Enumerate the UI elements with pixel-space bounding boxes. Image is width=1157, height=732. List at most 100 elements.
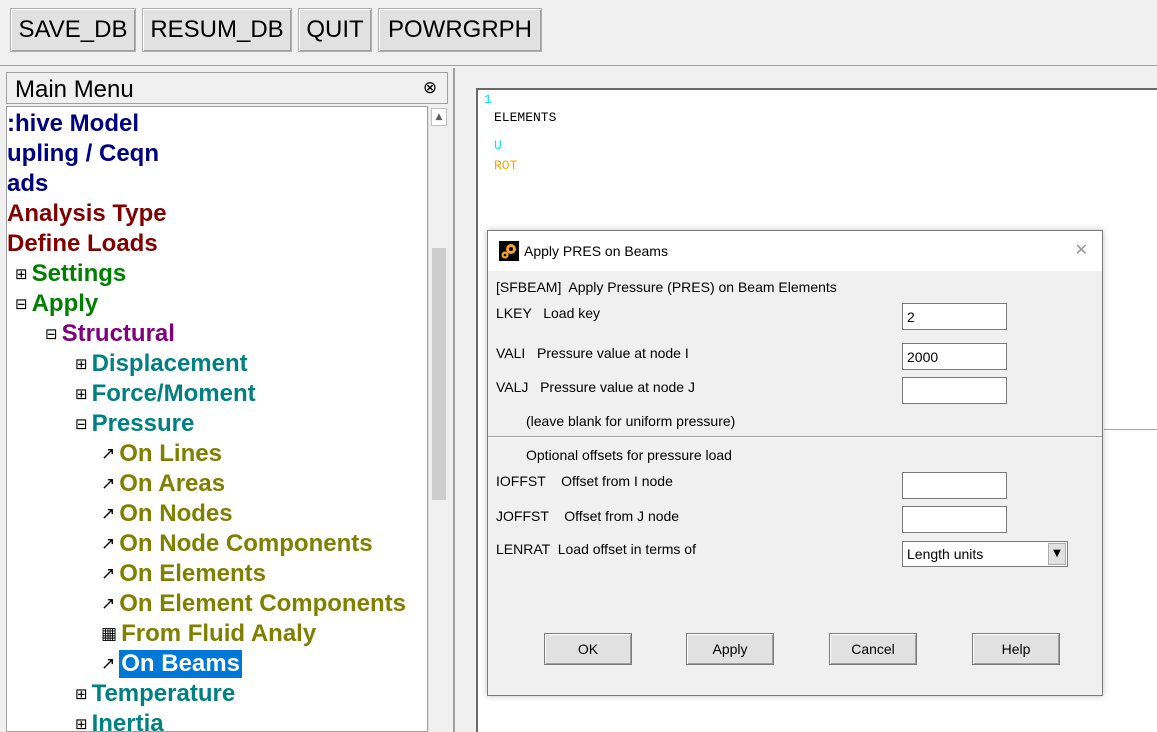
dialog-heading: [SFBEAM] Apply Pressure (PRES) on Beam E… <box>496 279 837 295</box>
ioffst-input[interactable] <box>902 472 1007 499</box>
tree-item-label: On Node Components <box>119 530 373 557</box>
lkey-input[interactable] <box>902 303 1007 330</box>
tree-item-displacement[interactable]: ⊞ Displacement <box>75 349 248 379</box>
window-number: 1 <box>484 92 492 107</box>
picker-arrow-icon: ↗ <box>101 444 116 464</box>
tree-item-label: From Fluid Analy <box>121 620 317 647</box>
beam-element-line <box>1104 429 1157 430</box>
expand-icon[interactable]: ⊞ <box>75 355 88 373</box>
main-menu-tree: :hive Model upling / Ceqn ads Analysis T… <box>6 106 428 732</box>
resum-db-button[interactable]: RESUM_DB <box>142 8 292 52</box>
lenrat-label: LENRAT Load offset in terms of <box>496 541 696 557</box>
apply-button[interactable]: Apply <box>686 633 774 665</box>
calculator-icon: ▦ <box>101 624 118 644</box>
lkey-label: LKEY Load key <box>496 305 601 321</box>
picker-arrow-icon: ↗ <box>101 474 116 494</box>
joffst-input[interactable] <box>902 506 1007 533</box>
main-menu-header: Main Menu ⊗ <box>6 72 448 104</box>
dialog-separator <box>488 436 1102 438</box>
dialog-titlebar[interactable]: Apply PRES on Beams ✕ <box>488 231 1102 271</box>
tree-item-label: Inertia <box>91 710 164 732</box>
valj-input[interactable] <box>902 377 1007 404</box>
tree-item-label: On Element Components <box>119 590 406 617</box>
lenrat-select[interactable]: Length units ▼ <box>902 541 1068 567</box>
cancel-button[interactable]: Cancel <box>829 633 917 665</box>
joffst-label: JOFFST Offset from J node <box>496 508 680 524</box>
tree-item-label: Force/Moment <box>91 380 256 407</box>
tree-item-structural[interactable]: ⊟ Structural <box>45 319 175 349</box>
tree-item-force-moment[interactable]: ⊞ Force/Moment <box>75 379 256 409</box>
tree-item-on-beams[interactable]: ↗ On Beams <box>101 649 242 679</box>
picker-arrow-icon: ↗ <box>101 564 116 584</box>
tree-item-coupling-ceqn[interactable]: upling / Ceqn <box>7 139 159 169</box>
tree-item-label: Displacement <box>91 350 248 377</box>
expand-icon[interactable]: ⊞ <box>75 685 88 703</box>
collapse-icon[interactable]: ⊟ <box>45 325 58 343</box>
picker-arrow-icon: ↗ <box>101 504 116 524</box>
tree-item-label: upling / Ceqn <box>7 140 159 167</box>
graphics-title: ELEMENTS <box>494 110 557 125</box>
main-menu-title: Main Menu <box>15 76 134 103</box>
toolbar: SAVE_DB RESUM_DB QUIT POWRGRPH <box>0 0 1157 66</box>
tree-item-apply[interactable]: ⊟ Apply <box>15 289 98 319</box>
scroll-thumb[interactable] <box>432 248 446 500</box>
picker-arrow-icon: ↗ <box>101 594 116 614</box>
tree-item-label: Structural <box>61 320 175 347</box>
collapse-icon[interactable]: ⊟ <box>15 295 28 313</box>
tree-item-pressure[interactable]: ⊟ Pressure <box>75 409 194 439</box>
double-chevron-up-icon[interactable]: ⊗ <box>419 77 441 99</box>
tree-item-on-nodes[interactable]: ↗ On Nodes <box>101 499 233 529</box>
tree-item-from-fluid-analy[interactable]: ▦ From Fluid Analy <box>101 619 316 649</box>
ok-button[interactable]: OK <box>544 633 632 665</box>
tree-item-on-elements[interactable]: ↗ On Elements <box>101 559 266 589</box>
tree-item-on-element-components[interactable]: ↗ On Element Components <box>101 589 406 619</box>
tree-item-on-node-components[interactable]: ↗ On Node Components <box>101 529 373 559</box>
tree-item-label: :hive Model <box>7 110 140 137</box>
tree-item-archive-model[interactable]: :hive Model <box>7 109 139 139</box>
save-db-button[interactable]: SAVE_DB <box>10 8 136 52</box>
tree-item-label: Pressure <box>91 410 195 437</box>
apply-pres-on-beams-dialog: Apply PRES on Beams ✕ [SFBEAM] Apply Pre… <box>487 230 1103 696</box>
ansys-gear-icon <box>499 241 519 261</box>
tree-item-inertia[interactable]: ⊞ Inertia <box>75 709 164 732</box>
tree-item-label: Apply <box>31 290 99 317</box>
quit-button[interactable]: QUIT <box>298 8 372 52</box>
offsets-heading: Optional offsets for pressure load <box>526 447 732 463</box>
vali-input[interactable] <box>902 343 1007 370</box>
tree-item-define-loads[interactable]: Define Loads <box>7 229 158 259</box>
tree-item-loads[interactable]: ads <box>7 169 48 199</box>
tree-item-analysis-type[interactable]: Analysis Type <box>7 199 167 229</box>
tree-item-on-areas[interactable]: ↗ On Areas <box>101 469 225 499</box>
valj-note: (leave blank for uniform pressure) <box>526 413 736 429</box>
tree-item-label: On Areas <box>119 470 226 497</box>
tree-item-on-lines[interactable]: ↗ On Lines <box>101 439 222 469</box>
legend-rot: ROT <box>494 158 518 173</box>
help-button[interactable]: Help <box>972 633 1060 665</box>
tree-item-temperature[interactable]: ⊞ Temperature <box>75 679 235 709</box>
picker-arrow-icon: ↗ <box>101 654 116 674</box>
lenrat-selected-value: Length units <box>907 546 984 562</box>
dropdown-arrow-icon[interactable]: ▼ <box>1048 543 1066 565</box>
tree-scrollbar[interactable]: ▲ <box>428 106 448 732</box>
tree-item-label-selected: On Beams <box>119 650 242 678</box>
main-menu-panel: Main Menu ⊗ :hive Model upling / Ceqn ad… <box>0 68 455 732</box>
tree-item-label: On Elements <box>119 560 266 587</box>
expand-icon[interactable]: ⊞ <box>75 715 88 731</box>
tree-item-label: Temperature <box>91 680 236 707</box>
collapse-icon[interactable]: ⊟ <box>75 415 88 433</box>
tree-item-label: On Lines <box>119 440 222 467</box>
tree-item-label: ads <box>7 170 49 197</box>
ioffst-label: IOFFST Offset from I node <box>496 473 673 489</box>
dialog-title: Apply PRES on Beams <box>524 243 668 259</box>
powrgrph-button[interactable]: POWRGRPH <box>378 8 542 52</box>
tree-item-label: Analysis Type <box>7 200 167 227</box>
expand-icon[interactable]: ⊞ <box>75 385 88 403</box>
close-icon[interactable]: ✕ <box>1075 240 1088 259</box>
tree-item-settings[interactable]: ⊞ Settings <box>15 259 126 289</box>
vali-label: VALI Pressure value at node I <box>496 345 689 361</box>
expand-icon[interactable]: ⊞ <box>15 265 28 283</box>
scroll-up-arrow-icon[interactable]: ▲ <box>431 108 447 126</box>
picker-arrow-icon: ↗ <box>101 534 116 554</box>
legend-u: U <box>494 138 502 153</box>
tree-item-label: On Nodes <box>119 500 233 527</box>
